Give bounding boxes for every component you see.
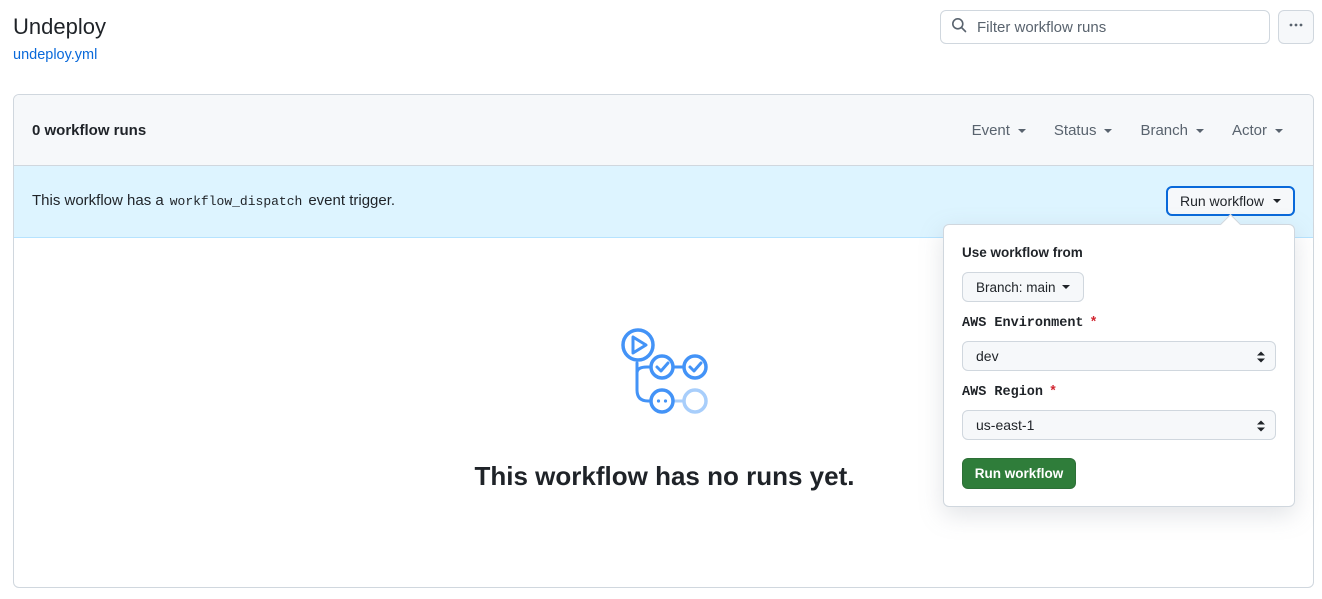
run-workflow-submit-button[interactable]: Run workflow [962,458,1076,489]
aws-region-value: us-east-1 [976,417,1035,433]
filter-actor-dropdown[interactable]: Actor [1232,122,1283,139]
aws-environment-value: dev [976,348,999,364]
branch-select-label: Branch: main [976,279,1056,295]
triangle-down-icon [1017,128,1026,133]
workflow-file-link[interactable]: undeploy.yml [13,47,97,63]
select-arrows-icon [1256,350,1266,364]
run-workflow-toggle-button[interactable]: Run workflow [1166,186,1295,216]
filter-status-dropdown[interactable]: Status [1054,122,1113,139]
use-workflow-from-label: Use workflow from [962,245,1083,260]
filter-event-label: Event [971,122,1010,139]
aws-region-label-text: AWS Region [962,385,1044,400]
triangle-down-icon [1195,128,1204,133]
search-icon [951,17,967,38]
filter-runs-search[interactable] [940,10,1270,44]
filter-actor-label: Actor [1231,122,1267,139]
aws-region-select[interactable]: us-east-1 [962,410,1276,440]
aws-region-label: AWS Region * [962,385,1057,400]
filter-runs-input[interactable] [977,18,1257,36]
dispatch-text-after: event trigger. [308,192,396,209]
filter-branch-label: Branch [1140,122,1188,139]
page-title: Undeploy [13,14,106,39]
run-workflow-popover: Use workflow from Branch: main AWS Envir… [943,224,1295,507]
triangle-down-icon [1275,128,1283,133]
required-marker: * [1049,385,1058,400]
aws-environment-select[interactable]: dev [962,341,1276,371]
select-arrows-icon [1256,419,1266,433]
dispatch-text-before: This workflow has a [32,192,164,209]
dispatch-message: This workflow has a workflow_dispatch even… [32,192,395,209]
run-filters: Event Status Branch Actor [972,122,1283,139]
run-workflow-toggle-label: Run workflow [1179,193,1265,209]
branch-select-button[interactable]: Branch: main [962,272,1084,302]
runs-header: 0 workflow runs Event Status Branch Acto… [14,95,1313,166]
aws-environment-label: AWS Environment * [962,316,1098,331]
triangle-down-icon [1061,285,1070,289]
filter-branch-dropdown[interactable]: Branch [1140,122,1204,139]
workflow-graph-icon [619,321,715,422]
more-options-button[interactable] [1278,10,1314,44]
triangle-down-icon [1104,128,1113,133]
required-marker: * [1089,316,1098,331]
filter-event-dropdown[interactable]: Event [972,122,1026,139]
kebab-horizontal-icon [1288,17,1304,38]
triangle-down-icon [1273,199,1282,203]
runs-count: 0 workflow runs [32,122,147,139]
dispatch-event-code: workflow_dispatch [169,194,303,209]
filter-status-label: Status [1053,122,1097,139]
aws-environment-label-text: AWS Environment [962,316,1084,331]
